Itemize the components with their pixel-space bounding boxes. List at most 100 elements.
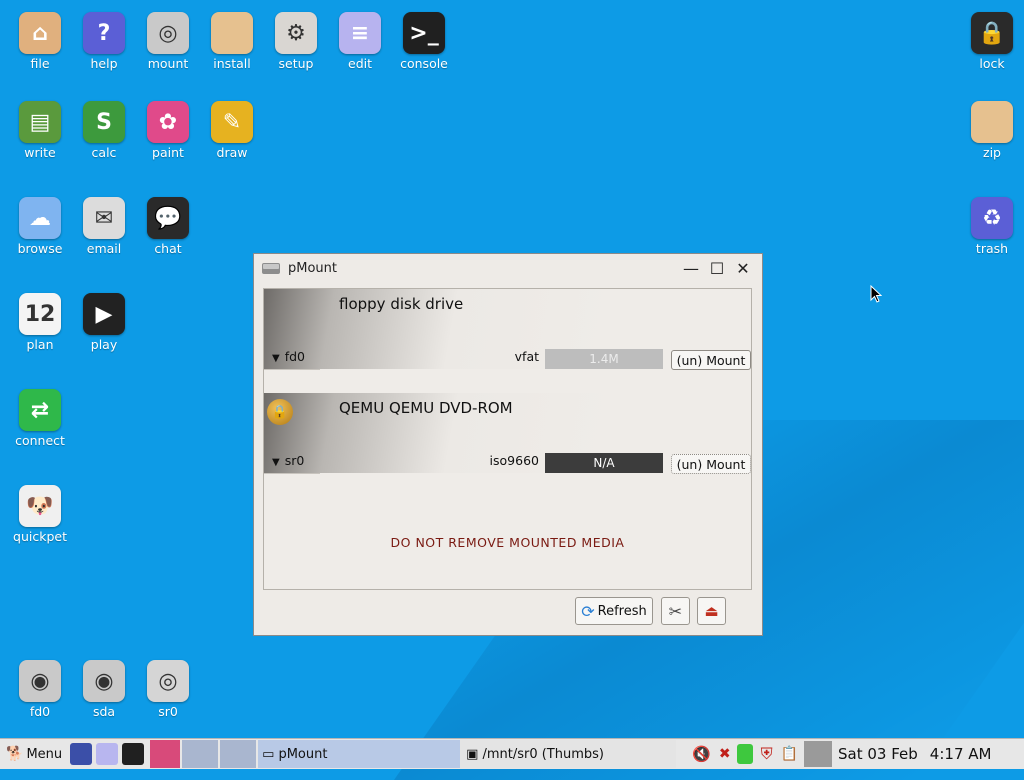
desktop-icon-zip[interactable]: zip xyxy=(960,101,1024,160)
setup-icon: ⚙ xyxy=(275,12,317,54)
refresh-icon: ⟳ xyxy=(581,601,595,621)
device-id: sr0 xyxy=(284,453,305,468)
minimize-button[interactable]: — xyxy=(678,257,704,279)
usage-size: N/A xyxy=(593,456,615,470)
desktop-icon-setup[interactable]: ⚙ setup xyxy=(264,12,328,71)
desktop-icon-draw[interactable]: ✎ draw xyxy=(200,101,264,160)
exit-icon: ⏏ xyxy=(704,602,719,620)
desktop-icon-plan[interactable]: 12 plan xyxy=(8,293,72,352)
desktop-icon-play[interactable]: ▶ play xyxy=(72,293,136,352)
window-title: pMount xyxy=(288,260,337,276)
desktop-pager-1[interactable] xyxy=(150,740,181,768)
desktop-icon-label: trash xyxy=(975,241,1009,256)
desktop-pager-2[interactable] xyxy=(182,740,219,768)
draw-icon: ✎ xyxy=(211,101,253,143)
close-button[interactable]: ✕ xyxy=(730,257,756,279)
mount-button-sr0[interactable]: (un) Mount xyxy=(671,454,751,474)
desktop-icon-fd0[interactable]: ◉ fd0 xyxy=(8,660,72,719)
chat-icon: 💬 xyxy=(147,197,189,239)
desktop-icon-chat[interactable]: 💬 chat xyxy=(136,197,200,256)
desktop-icon-calc[interactable]: Scalc xyxy=(72,101,136,160)
desktop-icon-label: sr0 xyxy=(158,704,178,719)
image-viewer-icon: ▣ xyxy=(466,746,479,762)
quit-button[interactable]: ⏏ xyxy=(697,597,726,625)
mount-icon: ◎ xyxy=(147,12,189,54)
desktop-icon-sr0[interactable]: ◎ sr0 xyxy=(136,660,200,719)
lock-icon: 🔒 xyxy=(971,12,1013,54)
task-pmount[interactable]: ▭ pMount xyxy=(258,740,461,768)
desktop-icon-label: quickpet xyxy=(13,529,67,544)
firewall-shield-icon[interactable]: ⛨ xyxy=(761,744,773,764)
usage-size: 1.4M xyxy=(589,352,619,366)
pmount-window[interactable]: pMount — ☐ ✕ floppy disk drive ▼ fd0 vfat… xyxy=(253,253,763,636)
desktop-icon-mount[interactable]: ◎ mount xyxy=(136,12,200,71)
triangle-down-icon: ▼ xyxy=(272,457,280,468)
task-thumbs[interactable]: ▣ /mnt/sr0 (Thumbs) xyxy=(460,740,677,768)
devices-panel: floppy disk drive ▼ fd0 vfat 1.4M (un) Mo… xyxy=(263,288,752,590)
desktop-icon-quickpet[interactable]: 🐶 quickpet xyxy=(8,485,72,544)
desktop-icon-trash[interactable]: ♻ trash xyxy=(960,197,1024,256)
tray-spacer xyxy=(804,741,833,767)
desktop-icon-label: connect xyxy=(15,433,65,448)
mount-button-fd0[interactable]: (un) Mount xyxy=(671,350,751,370)
menu-button[interactable]: 🐕 Menu xyxy=(0,740,68,768)
desktop-icon-file[interactable]: ⌂ file xyxy=(8,12,72,71)
desktop-icon-label: file xyxy=(30,56,50,71)
triangle-down-icon: ▼ xyxy=(272,353,280,364)
file-manager-launcher-icon[interactable] xyxy=(70,743,93,765)
task-label: pMount xyxy=(278,746,328,762)
clipboard-icon[interactable]: 📋 xyxy=(781,746,798,762)
desktop-icon-install[interactable]: install xyxy=(200,12,264,71)
task-label: /mnt/sr0 (Thumbs) xyxy=(482,746,604,762)
device-expander[interactable]: ▼ fd0 xyxy=(272,349,305,364)
desktop-icon-label: edit xyxy=(348,56,372,71)
drive-icon xyxy=(260,259,282,277)
desktop-icon-connect[interactable]: ⇄ connect xyxy=(8,389,72,448)
calc-icon: S xyxy=(83,101,125,143)
email-icon: ✉ xyxy=(83,197,125,239)
desktop-icon-label: setup xyxy=(278,56,314,71)
desktop-icon-browse[interactable]: ☁ browse xyxy=(8,197,72,256)
fd0-icon: ◉ xyxy=(19,660,61,702)
desktop-icon-email[interactable]: ✉ email xyxy=(72,197,136,256)
desktop-icon-paint[interactable]: ✿ paint xyxy=(136,101,200,160)
write-icon: ▤ xyxy=(19,101,61,143)
storage-icon[interactable] xyxy=(736,744,753,764)
tools-icon: ✂ xyxy=(668,601,683,621)
volume-muted-icon[interactable]: 🔇 xyxy=(692,745,711,763)
filesystem-label: vfat xyxy=(514,349,539,364)
desktop-icon-label: console xyxy=(400,56,448,71)
help-icon: ? xyxy=(83,12,125,54)
refresh-button[interactable]: ⟳ Refresh xyxy=(575,597,653,625)
device-name: QEMU QEMU DVD-ROM xyxy=(339,399,513,417)
zip-icon xyxy=(971,101,1013,143)
desktop-icon-label: chat xyxy=(154,241,182,256)
device-expander[interactable]: ▼ sr0 xyxy=(272,453,304,468)
plan-icon: 12 xyxy=(19,293,61,335)
desktop-icon-help[interactable]: ? help xyxy=(72,12,136,71)
file-icon: ⌂ xyxy=(19,12,61,54)
maximize-button[interactable]: ☐ xyxy=(704,257,730,279)
settings-button[interactable]: ✂ xyxy=(661,597,690,625)
clock-label[interactable]: 4:17 AM xyxy=(930,740,992,768)
desktop-icon-console[interactable]: >_ console xyxy=(392,12,456,71)
desktop-icon-label: play xyxy=(90,337,118,352)
device-fd0: floppy disk drive ▼ fd0 vfat 1.4M (un) Mo… xyxy=(264,289,751,391)
usage-bar: 1.4M xyxy=(545,349,663,369)
title-bar[interactable]: pMount — ☐ ✕ xyxy=(254,254,762,282)
desktop-pager-3[interactable] xyxy=(220,740,257,768)
network-icon[interactable]: ✖ xyxy=(719,746,731,762)
play-icon: ▶ xyxy=(83,293,125,335)
device-name: floppy disk drive xyxy=(339,295,464,313)
edit-icon: ≡ xyxy=(339,12,381,54)
desktop-icon-edit[interactable]: ≡ edit xyxy=(328,12,392,71)
desktop-icon-write[interactable]: ▤ write xyxy=(8,101,72,160)
terminal-launcher-icon[interactable] xyxy=(122,743,145,765)
date-label[interactable]: Sat 03 Feb xyxy=(838,740,918,768)
mouse-cursor-icon xyxy=(870,284,883,307)
window-launcher-icon[interactable] xyxy=(96,743,119,765)
desktop-icon-label: zip xyxy=(983,145,1001,160)
desktop-icon-sda[interactable]: ◉ sda xyxy=(72,660,136,719)
dog-icon: 🐕 xyxy=(6,746,24,762)
desktop-icon-lock[interactable]: 🔒 lock xyxy=(960,12,1024,71)
